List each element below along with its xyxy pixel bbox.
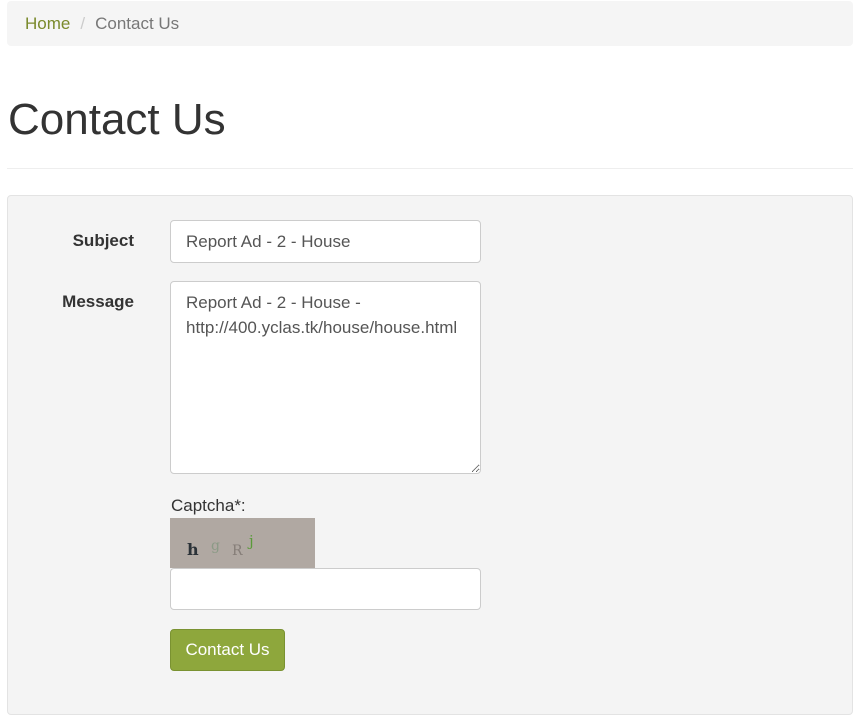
breadcrumb: Home / Contact Us <box>7 1 853 46</box>
subject-label: Subject <box>72 231 134 250</box>
breadcrumb-separator: / <box>80 13 86 33</box>
message-textarea[interactable]: Report Ad - 2 - House - http://400.yclas… <box>170 281 481 474</box>
message-label: Message <box>62 292 134 311</box>
captcha-input[interactable] <box>170 568 481 610</box>
contact-form: Subject Message Report Ad - 2 - House - … <box>7 195 853 715</box>
captcha-char: g <box>211 538 220 554</box>
subject-input[interactable] <box>170 220 481 263</box>
title-divider <box>7 168 853 169</box>
contact-us-button[interactable]: Contact Us <box>170 629 285 671</box>
page-title: Contact Us <box>8 95 226 144</box>
breadcrumb-current: Contact Us <box>95 13 180 33</box>
captcha-char: R <box>232 543 243 559</box>
captcha-image: h g R j <box>170 518 315 568</box>
captcha-char: h <box>187 540 199 559</box>
breadcrumb-home-link[interactable]: Home <box>25 14 70 34</box>
captcha-char: j <box>249 532 254 550</box>
captcha-label: Captcha*: <box>171 496 246 515</box>
